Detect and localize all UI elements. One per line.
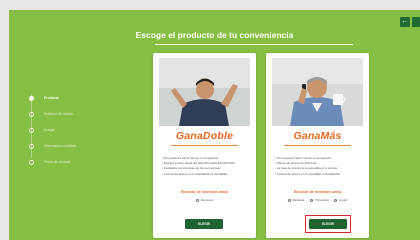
option-label: Mensual (292, 198, 305, 202)
option-label: Mensual (200, 198, 213, 202)
radio-icon (288, 198, 292, 202)
celebrating-man-image (159, 58, 250, 126)
radio-icon (196, 198, 200, 202)
product-features: No requieres hacer tiempo en la agencia.… (275, 156, 363, 177)
back-arrow-icon: ← (401, 18, 409, 25)
option-mensual[interactable]: Mensual (288, 198, 304, 202)
choose-label: Elección de inversión única (180, 190, 229, 194)
page-title: Escoge el producto de tu conveniencia (135, 30, 294, 40)
step-indicator (29, 95, 34, 101)
option-mensual[interactable]: Mensual (196, 198, 213, 202)
product-features: No requieres hacer tiempo en la agencia.… (162, 156, 250, 177)
product-card-ganamas: GanaMás No requieres hacer tiempo en la … (266, 53, 369, 238)
step-producto[interactable]: Producto (29, 90, 76, 106)
product-card-ganadoble: GanaDoble No requieres hacer tiempo en l… (153, 53, 256, 238)
step-solicitud[interactable]: Solicitud de crédito (29, 106, 76, 122)
step-acepta[interactable]: Acepta (29, 122, 76, 138)
main-screen: ← Escoge el producto de tu conveniencia … (9, 10, 420, 240)
back-button[interactable]: ← (400, 17, 410, 27)
choose-label: Elección de inversión única (293, 190, 342, 194)
payment-options: Mensual Trimestral Anual (266, 198, 369, 202)
option-anual[interactable]: Anual (334, 198, 347, 202)
step-indicator (29, 159, 34, 165)
elegir-button-ganamas[interactable]: ELEGIR (309, 219, 347, 229)
step-indicator (29, 111, 34, 117)
feature-item: Cuenta de ahorro en tu GanaMás a GanaDob… (275, 172, 363, 177)
product-divider (284, 145, 351, 146)
feature-item: Cuenta de ahorro en tu GanaDoble a GanaM… (162, 172, 250, 177)
option-label: Trimestral (314, 198, 329, 202)
radio-icon (334, 198, 338, 202)
title-divider (155, 44, 353, 45)
step-label: Información crediticia (44, 144, 77, 148)
option-trimestral[interactable]: Trimestral (310, 198, 328, 202)
product-name: GanaMás (293, 130, 342, 142)
man-on-phone-image (272, 58, 363, 126)
step-firma[interactable]: Firma de contrato (29, 154, 76, 170)
stepper: Producto Solicitud de crédito Acepta Inf… (29, 90, 76, 170)
radio-icon (310, 198, 314, 202)
product-photo (272, 58, 363, 126)
product-name: GanaDoble (175, 130, 234, 142)
product-photo (159, 58, 250, 126)
step-label: Solicitud de crédito (44, 112, 73, 116)
step-label: Acepta (44, 128, 55, 132)
step-indicator (29, 127, 34, 133)
elegir-button-ganadoble[interactable]: ELEGIR (185, 219, 223, 229)
payment-options: Mensual (153, 198, 256, 202)
step-informacion[interactable]: Información crediticia (29, 138, 76, 154)
option-label: Anual (338, 198, 347, 202)
product-divider (171, 145, 238, 146)
step-label: Firma de contrato (44, 160, 71, 164)
menu-button[interactable] (412, 17, 420, 27)
step-indicator (29, 143, 34, 149)
step-label: Producto (44, 96, 59, 100)
